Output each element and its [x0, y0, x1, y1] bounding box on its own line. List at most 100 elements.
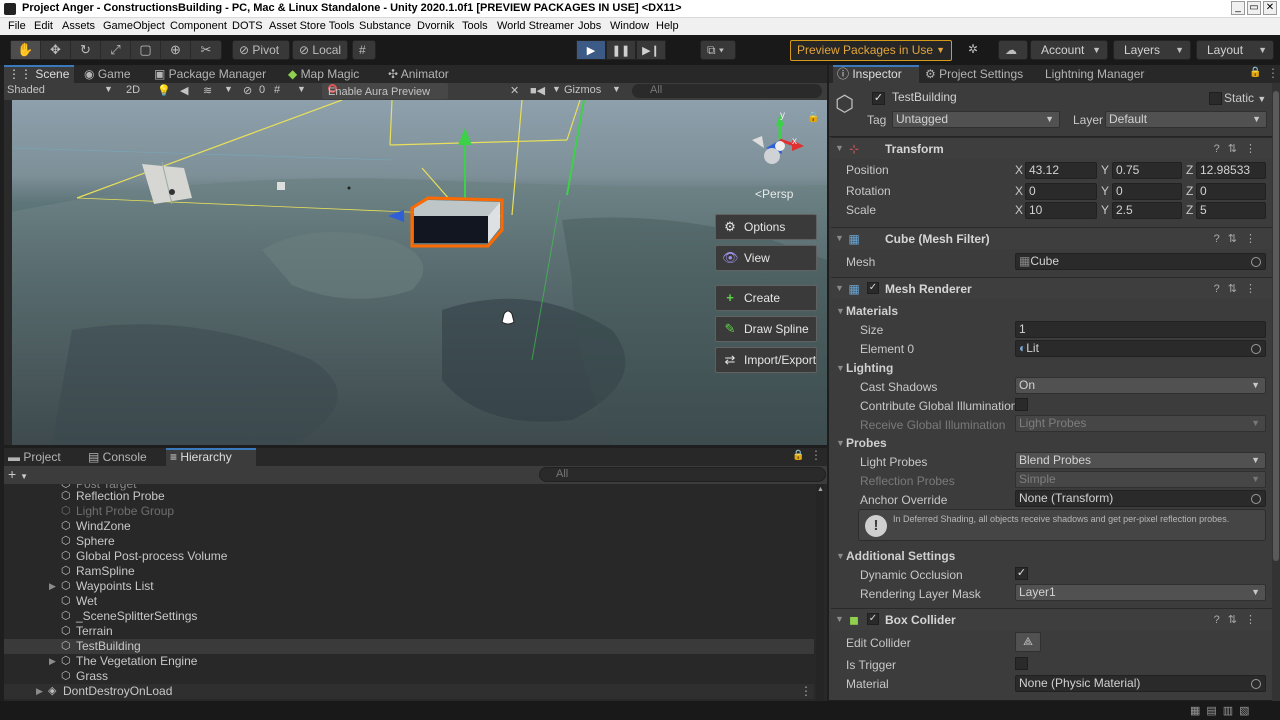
move-tool-icon[interactable]: ✥: [41, 41, 71, 59]
grid-snap-icon[interactable]: #: [352, 40, 376, 60]
fold-arrow-icon[interactable]: ▼: [835, 283, 844, 293]
fold-arrow-icon[interactable]: ▼: [836, 551, 845, 561]
mesh-filter-header[interactable]: ▼ ▦ Cube (Mesh Filter) ?⇅⋮: [831, 227, 1274, 249]
probes-foldout[interactable]: Probes: [846, 436, 887, 450]
menu-world-streamer[interactable]: World Streamer: [497, 20, 574, 32]
create-button[interactable]: + Create: [715, 285, 817, 311]
step-icon[interactable]: ▶❙: [636, 40, 666, 60]
list-item[interactable]: ⬡ Global Post-process Volume: [4, 549, 814, 564]
add-object-button[interactable]: + ▼: [8, 466, 28, 482]
draw-spline-button[interactable]: ✎ Draw Spline: [715, 316, 817, 342]
list-item[interactable]: ⬡ Reflection Probe: [4, 489, 814, 504]
view-button[interactable]: 👁 View: [715, 245, 817, 271]
menu-window[interactable]: Window: [610, 20, 649, 32]
layout-dropdown[interactable]: Layout ▼: [1196, 40, 1274, 60]
inspector-scroll-thumb[interactable]: [1273, 91, 1279, 561]
static-checkbox[interactable]: [1209, 92, 1222, 105]
fold-arrow-icon[interactable]: ▼: [835, 233, 844, 243]
menu-gameobject[interactable]: GameObject: [103, 20, 165, 32]
audio-toggle-icon[interactable]: ◀: [180, 84, 188, 97]
hierarchy-scrollbar[interactable]: ▲: [816, 484, 824, 702]
status-icons[interactable]: ▦▤▥▧: [1190, 704, 1256, 717]
contribute-gi-checkbox[interactable]: [1015, 398, 1028, 411]
menu-assets[interactable]: Assets: [62, 20, 95, 32]
mode-2d-toggle[interactable]: 2D: [126, 84, 140, 96]
object-picker-icon[interactable]: [1251, 679, 1261, 689]
fold-arrow-icon[interactable]: ▼: [836, 438, 845, 448]
inspector-scrollbar[interactable]: [1272, 83, 1280, 701]
menu-component[interactable]: Component: [170, 20, 227, 32]
fold-arrow-icon[interactable]: ▼: [836, 363, 845, 373]
fold-arrow-icon[interactable]: ▼: [835, 614, 844, 624]
tab-scene[interactable]: ⋮⋮ Scene: [4, 65, 74, 83]
hierarchy-lock-icon[interactable]: 🔒: [792, 450, 804, 461]
list-item[interactable]: ▶ ⬡ Waypoints List: [4, 579, 814, 594]
services-icon[interactable]: ✲: [962, 40, 988, 60]
position-x-field[interactable]: 43.12: [1025, 162, 1097, 179]
box-collider-header[interactable]: ▼ ◼ ✓ Box Collider ?⇅⋮: [831, 608, 1274, 630]
lighting-foldout[interactable]: Lighting: [846, 361, 893, 375]
object-picker-icon[interactable]: [1251, 257, 1261, 267]
scene-viewport[interactable]: y x 🔒 <Persp ⚙ Options 👁 View + Create ✎ Dra…: [12, 100, 827, 445]
layer-dropdown[interactable]: Default ▼: [1105, 111, 1267, 128]
lighting-toggle-icon[interactable]: 💡: [157, 84, 171, 97]
enable-aura-preview-button[interactable]: Enable Aura Preview: [322, 83, 448, 99]
menu-dvornik[interactable]: Dvornik: [417, 20, 454, 32]
list-item[interactable]: ⬡ Light Probe Group: [4, 504, 814, 519]
effects-toggle-icon[interactable]: ≋: [203, 84, 212, 97]
menu-edit[interactable]: Edit: [34, 20, 53, 32]
fold-arrow-icon[interactable]: ▼: [835, 143, 844, 153]
mesh-renderer-header[interactable]: ▼ ▦ ✓ Mesh Renderer ?⇅⋮: [831, 277, 1274, 299]
gizmos-dropdown[interactable]: Gizmos: [564, 84, 601, 96]
component-menu-icons[interactable]: ?⇅⋮: [1214, 232, 1264, 245]
preview-packages-dropdown[interactable]: Preview Packages in Use ▼: [790, 40, 952, 61]
tab-console[interactable]: ▤ Console: [84, 448, 162, 466]
transform-header[interactable]: ▼ ⊹ Transform ?⇅⋮: [831, 137, 1274, 159]
play-icon[interactable]: ▶: [576, 40, 606, 60]
component-menu-icons[interactable]: ?⇅⋮: [1214, 282, 1264, 295]
object-picker-icon[interactable]: [1251, 494, 1261, 504]
menu-tools[interactable]: Tools: [462, 20, 488, 32]
component-menu-icons[interactable]: ?⇅⋮: [1214, 613, 1264, 626]
tab-game[interactable]: ◉ Game: [80, 65, 144, 83]
mesh-object-field[interactable]: ▦Cube: [1015, 253, 1266, 270]
viewport-lock-icon[interactable]: 🔒: [807, 112, 819, 123]
list-item[interactable]: ⬡ Terrain: [4, 624, 814, 639]
tab-inspector[interactable]: ⓘ Inspector: [833, 65, 919, 83]
maximize-button[interactable]: ▭: [1247, 1, 1261, 15]
physic-material-field[interactable]: None (Physic Material): [1015, 675, 1266, 692]
rotation-x-field[interactable]: 0: [1025, 183, 1097, 200]
tab-hierarchy[interactable]: ≡ Hierarchy: [166, 448, 256, 466]
tab-project-settings[interactable]: ⚙ Project Settings: [921, 65, 1033, 83]
menu-jobs[interactable]: Jobs: [578, 20, 601, 32]
scale-y-field[interactable]: 2.5: [1112, 202, 1182, 219]
menu-help[interactable]: Help: [656, 20, 679, 32]
mesh-renderer-enabled-checkbox[interactable]: ✓: [867, 282, 879, 294]
scene-menu-icon[interactable]: ⋮: [800, 684, 812, 699]
fold-arrow-icon[interactable]: ▼: [836, 306, 845, 316]
inspector-lock-icon[interactable]: 🔒: [1249, 67, 1261, 78]
shading-dropdown[interactable]: Shaded: [7, 84, 45, 96]
list-item[interactable]: ⬡ Wet: [4, 594, 814, 609]
close-button[interactable]: ✕: [1263, 1, 1277, 15]
list-item[interactable]: ▶ ⬡ The Vegetation Engine: [4, 654, 814, 669]
camera-icon[interactable]: ■◀: [530, 84, 545, 97]
dynamic-occlusion-checkbox[interactable]: ✓: [1015, 567, 1028, 580]
options-button[interactable]: ⚙ Options: [715, 214, 817, 240]
menu-asset-store-tools[interactable]: Asset Store Tools: [269, 20, 354, 32]
component-menu-icons[interactable]: ?⇅⋮: [1214, 142, 1264, 155]
menu-substance[interactable]: Substance: [359, 20, 411, 32]
anchor-override-field[interactable]: None (Transform): [1015, 490, 1266, 507]
materials-foldout[interactable]: Materials: [846, 304, 898, 318]
light-probes-dropdown[interactable]: Blend Probes ▼: [1015, 452, 1266, 469]
list-item[interactable]: ⬡ RamSpline: [4, 564, 814, 579]
is-trigger-checkbox[interactable]: [1015, 657, 1028, 670]
rotation-z-field[interactable]: 0: [1196, 183, 1266, 200]
persp-label[interactable]: <Persp: [755, 187, 793, 201]
list-item-selected[interactable]: ⬡ TestBuilding: [4, 639, 814, 654]
box-collider-enabled-checkbox[interactable]: ✓: [867, 613, 879, 625]
transform-tool-icon[interactable]: ⊕: [161, 41, 191, 59]
scale-x-field[interactable]: 10: [1025, 202, 1097, 219]
inspector-menu-icon[interactable]: ⋮: [1267, 66, 1279, 80]
scene-root-item[interactable]: ▶ ◈ DontDestroyOnLoad ⋮: [4, 684, 814, 699]
